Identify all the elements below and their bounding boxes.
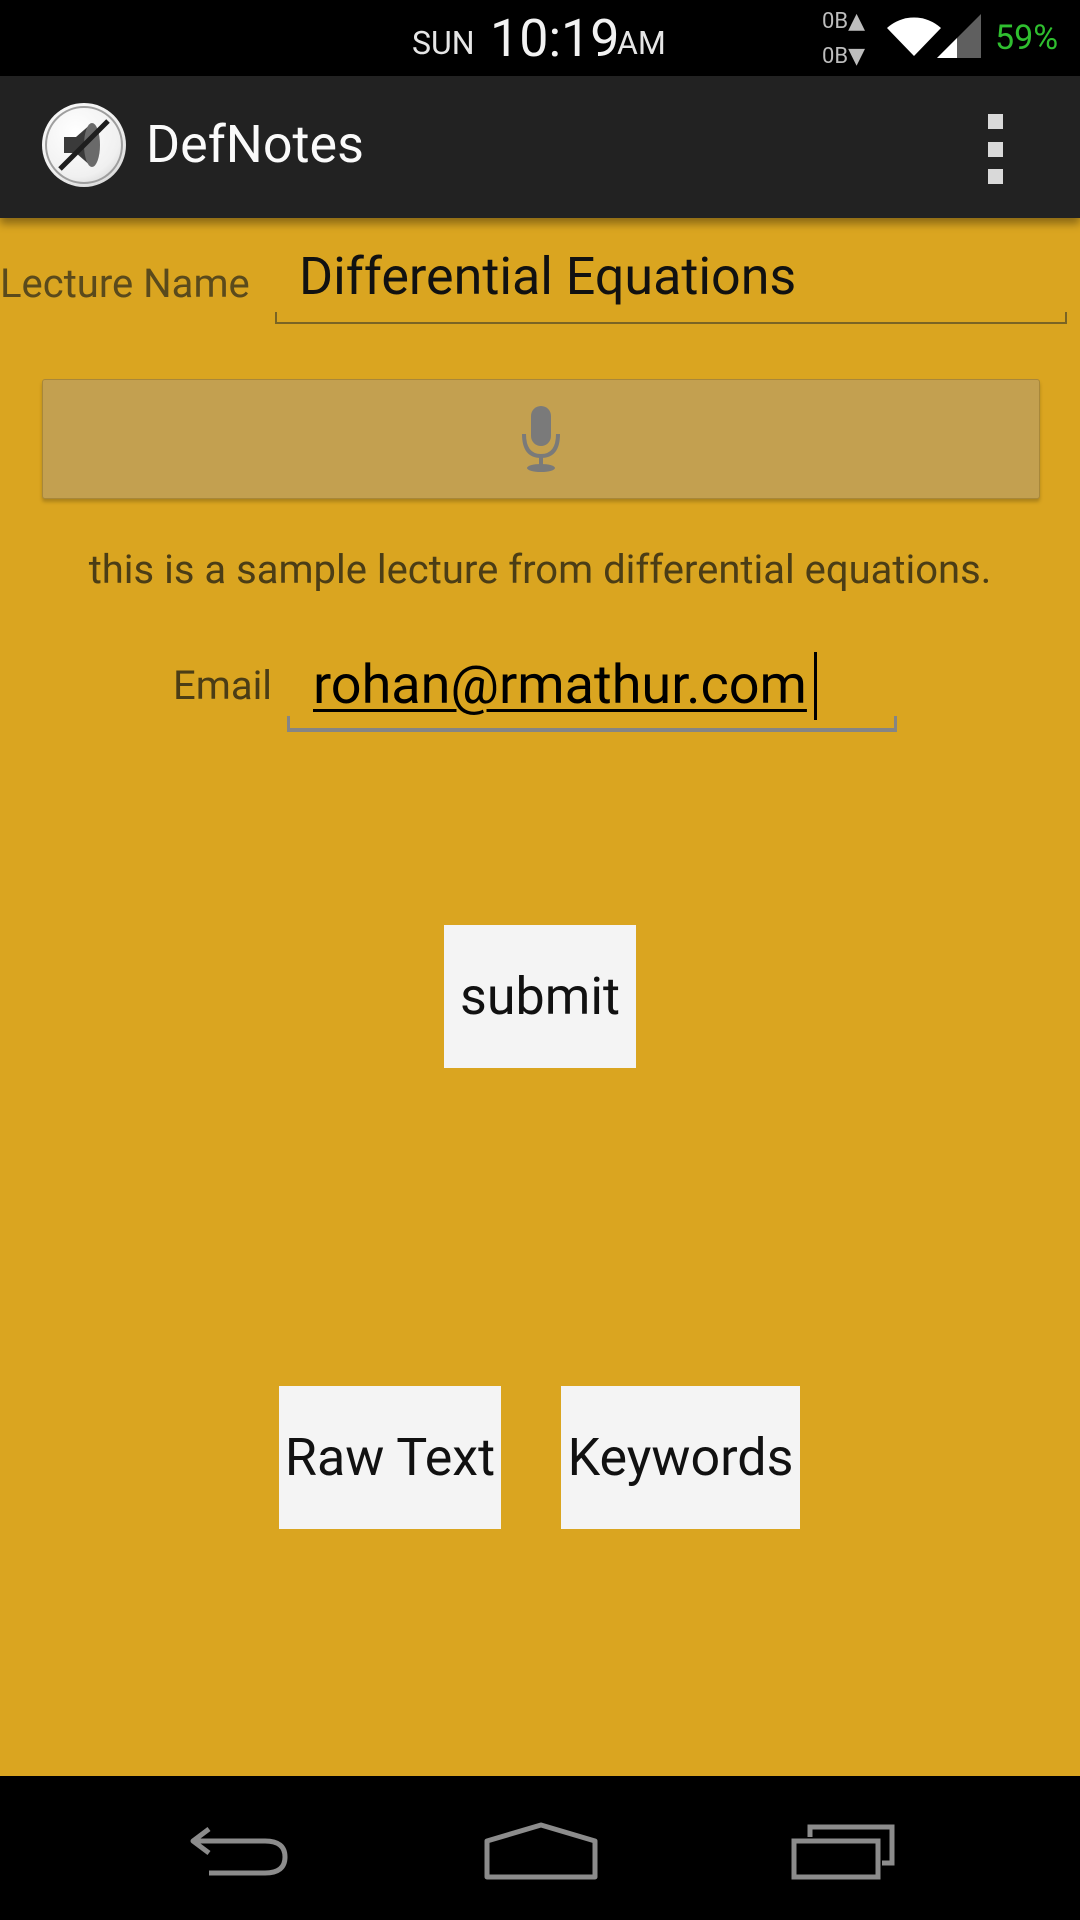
text-cursor	[814, 652, 817, 720]
back-icon[interactable]	[185, 1821, 293, 1877]
data-activity-icon: 0B▲ 0B▼	[822, 4, 872, 74]
record-button[interactable]	[42, 379, 1040, 499]
action-bar: DefNotes	[0, 76, 1080, 218]
navigation-bar	[0, 1776, 1080, 1920]
status-ampm: AM	[617, 24, 666, 62]
home-icon[interactable]	[483, 1821, 599, 1881]
overflow-menu-icon[interactable]	[983, 114, 1007, 184]
data-up-text: 0B▲	[822, 9, 865, 34]
email-value: rohan@rmathur.com	[313, 654, 807, 717]
email-label: Email	[173, 662, 273, 709]
status-time: 10:19	[490, 8, 620, 69]
battery-percentage: 59%	[995, 18, 1059, 58]
status-bar: SUN 10:19 AM 0B▲ 0B▼ 59%	[0, 0, 1080, 76]
microphone-icon	[522, 406, 560, 472]
data-down-text: 0B▼	[822, 44, 865, 69]
status-day: SUN	[412, 24, 475, 62]
cell-signal-icon	[937, 14, 981, 58]
keywords-button[interactable]: Keywords	[561, 1386, 800, 1529]
lecture-name-value: Differential Equations	[299, 246, 797, 307]
lecture-name-input[interactable]: Differential Equations	[275, 240, 1067, 324]
raw-text-button[interactable]: Raw Text	[279, 1386, 501, 1529]
lecture-name-label: Lecture Name	[0, 260, 250, 307]
muted-speaker-icon[interactable]	[42, 103, 126, 187]
recent-apps-icon[interactable]	[788, 1821, 898, 1881]
app-title: DefNotes	[146, 114, 364, 175]
main-content: Lecture Name Differential Equations this…	[0, 218, 1080, 1776]
email-input[interactable]: rohan@rmathur.com	[287, 640, 897, 732]
transcript-text: this is a sample lecture from differenti…	[88, 546, 992, 593]
submit-button[interactable]: submit	[444, 925, 636, 1068]
